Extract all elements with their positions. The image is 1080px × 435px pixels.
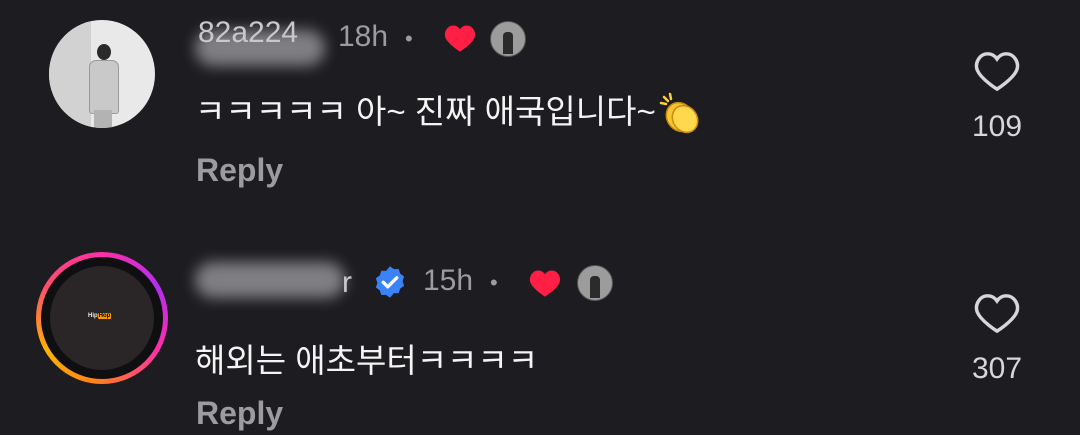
comment-text: 해외는 애초부터ㅋㅋㅋㅋ <box>195 342 539 379</box>
creator-liked-heart-icon <box>444 25 476 52</box>
avatar-logo: HipHop <box>88 313 112 319</box>
comment-text: ㅋㅋㅋㅋㅋ 아~ 진짜 애국입니다~ <box>195 85 704 137</box>
like-count: 109 <box>971 110 1023 143</box>
avatar-story-ring[interactable]: HipHop <box>36 252 168 384</box>
reply-button[interactable]: Reply <box>196 152 283 189</box>
like-heart-icon[interactable] <box>974 292 1020 334</box>
verified-badge-icon <box>375 266 405 298</box>
creator-avatar-mini <box>490 21 526 57</box>
username-blurred[interactable] <box>195 262 345 298</box>
like-count: 307 <box>971 352 1023 385</box>
avatar[interactable] <box>49 20 155 128</box>
like-heart-icon[interactable] <box>974 50 1020 92</box>
comment-item: HipHop r 15h • 해외는 애초부터ㅋㅋㅋㅋ Reply 307 <box>0 240 1080 435</box>
clapping-hands-emoji-icon <box>659 93 699 134</box>
timestamp: 15h <box>423 264 474 297</box>
username[interactable]: r <box>342 266 352 300</box>
separator-dot: • <box>405 26 413 51</box>
reply-button[interactable]: Reply <box>196 395 283 432</box>
timestamp: 18h <box>338 20 389 53</box>
creator-avatar-mini <box>577 265 613 301</box>
creator-liked-heart-icon <box>529 270 561 297</box>
comment-item: 82a224 18h • ㅋㅋㅋㅋㅋ 아~ 진짜 애국입니다~ Reply 10… <box>0 0 1080 210</box>
username[interactable]: 82a224 <box>198 16 298 50</box>
separator-dot: • <box>490 270 498 295</box>
